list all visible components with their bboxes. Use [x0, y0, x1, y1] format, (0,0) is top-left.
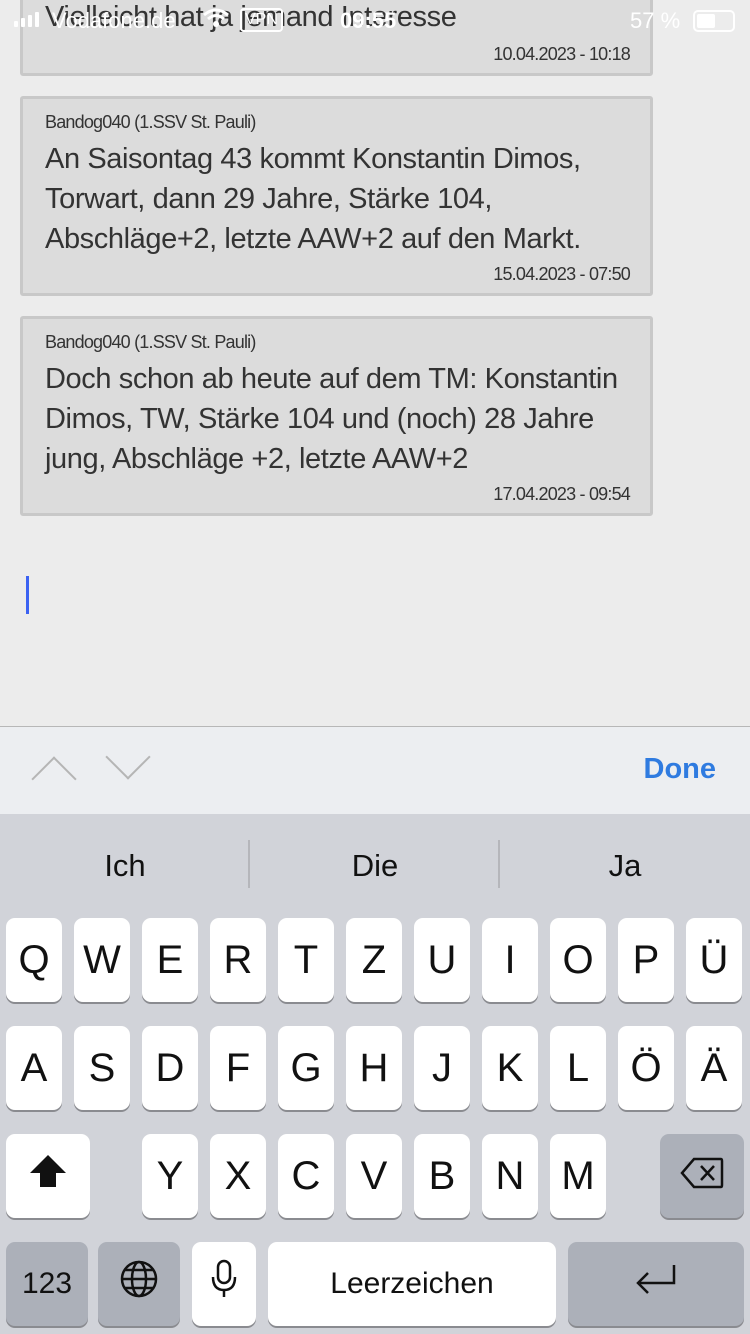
key-y[interactable]: Y: [142, 1134, 198, 1218]
message-card: Bandog040 (1.SSV St. Pauli) An Saisontag…: [20, 96, 653, 296]
key-c[interactable]: C: [278, 1134, 334, 1218]
key-z[interactable]: Z: [346, 918, 402, 1002]
key-f[interactable]: F: [210, 1026, 266, 1110]
key-d[interactable]: D: [142, 1026, 198, 1110]
message-date: 15.04.2023 - 07:50: [493, 264, 631, 284]
chevron-up-icon[interactable]: [31, 756, 77, 802]
key-a[interactable]: A: [6, 1026, 62, 1110]
key-v[interactable]: V: [346, 1134, 402, 1218]
key-b[interactable]: B: [414, 1134, 470, 1218]
vpn-badge: VPN: [240, 8, 283, 32]
keyboard: Ich Die Ja Q W E R T Z U I O P Ü A S D F…: [0, 814, 750, 1334]
key-t[interactable]: T: [278, 918, 334, 1002]
wifi-icon: [203, 8, 229, 34]
message-author: Bandog040 (1.SSV St. Pauli): [45, 112, 256, 132]
text-cursor[interactable]: [26, 576, 29, 614]
shift-key[interactable]: [6, 1134, 90, 1218]
prediction-item[interactable]: Ich: [0, 848, 250, 884]
message-date: 10.04.2023 - 10:18: [493, 44, 631, 64]
key-o-umlaut[interactable]: Ö: [618, 1026, 674, 1110]
prediction-item[interactable]: Ja: [500, 848, 750, 884]
backspace-icon: [680, 1154, 724, 1199]
key-k[interactable]: K: [482, 1026, 538, 1110]
return-icon: [634, 1261, 678, 1307]
key-p[interactable]: P: [618, 918, 674, 1002]
message-text: An Saisontag 43 kommt Konstantin Dimos, …: [45, 143, 581, 255]
microphone-icon: [211, 1259, 237, 1309]
message-text: Doch schon ab heute auf dem TM: Konstant…: [45, 363, 618, 475]
key-u-umlaut[interactable]: Ü: [686, 918, 742, 1002]
key-s[interactable]: S: [74, 1026, 130, 1110]
carrier-name: Vodafone.de: [52, 8, 176, 33]
key-x[interactable]: X: [210, 1134, 266, 1218]
dictation-key[interactable]: [192, 1242, 256, 1326]
signal-icon: [14, 12, 39, 27]
key-l[interactable]: L: [550, 1026, 606, 1110]
numbers-key[interactable]: 123: [6, 1242, 88, 1326]
globe-key[interactable]: [98, 1242, 180, 1326]
prediction-item[interactable]: Die: [250, 848, 500, 884]
battery-percent: 57 %: [630, 8, 681, 33]
key-a-umlaut[interactable]: Ä: [686, 1026, 742, 1110]
keyboard-accessory-bar: Done: [0, 726, 750, 815]
message-date: 17.04.2023 - 09:54: [493, 484, 631, 504]
prediction-bar: Ich Die Ja: [0, 814, 750, 914]
key-j[interactable]: J: [414, 1026, 470, 1110]
key-i[interactable]: I: [482, 918, 538, 1002]
key-r[interactable]: R: [210, 918, 266, 1002]
message-card: Bandog040 (1.SSV St. Pauli) Doch schon a…: [20, 316, 653, 516]
message-author: Bandog040 (1.SSV St. Pauli): [45, 332, 256, 352]
key-u[interactable]: U: [414, 918, 470, 1002]
status-time: 09:55: [340, 8, 397, 33]
return-key[interactable]: [568, 1242, 744, 1326]
space-key[interactable]: Leerzeichen: [268, 1242, 556, 1326]
key-m[interactable]: M: [550, 1134, 606, 1218]
key-n[interactable]: N: [482, 1134, 538, 1218]
key-e[interactable]: E: [142, 918, 198, 1002]
status-bar: Vodafone.de VPN 09:55 57 %: [0, 0, 750, 40]
done-button[interactable]: Done: [644, 753, 717, 786]
key-g[interactable]: G: [278, 1026, 334, 1110]
key-q[interactable]: Q: [6, 918, 62, 1002]
key-w[interactable]: W: [74, 918, 130, 1002]
key-h[interactable]: H: [346, 1026, 402, 1110]
key-o[interactable]: O: [550, 918, 606, 1002]
chevron-down-icon[interactable]: [105, 734, 151, 780]
globe-icon: [119, 1259, 159, 1309]
backspace-key[interactable]: [660, 1134, 744, 1218]
shift-icon: [28, 1153, 68, 1199]
battery-icon: [693, 10, 735, 32]
